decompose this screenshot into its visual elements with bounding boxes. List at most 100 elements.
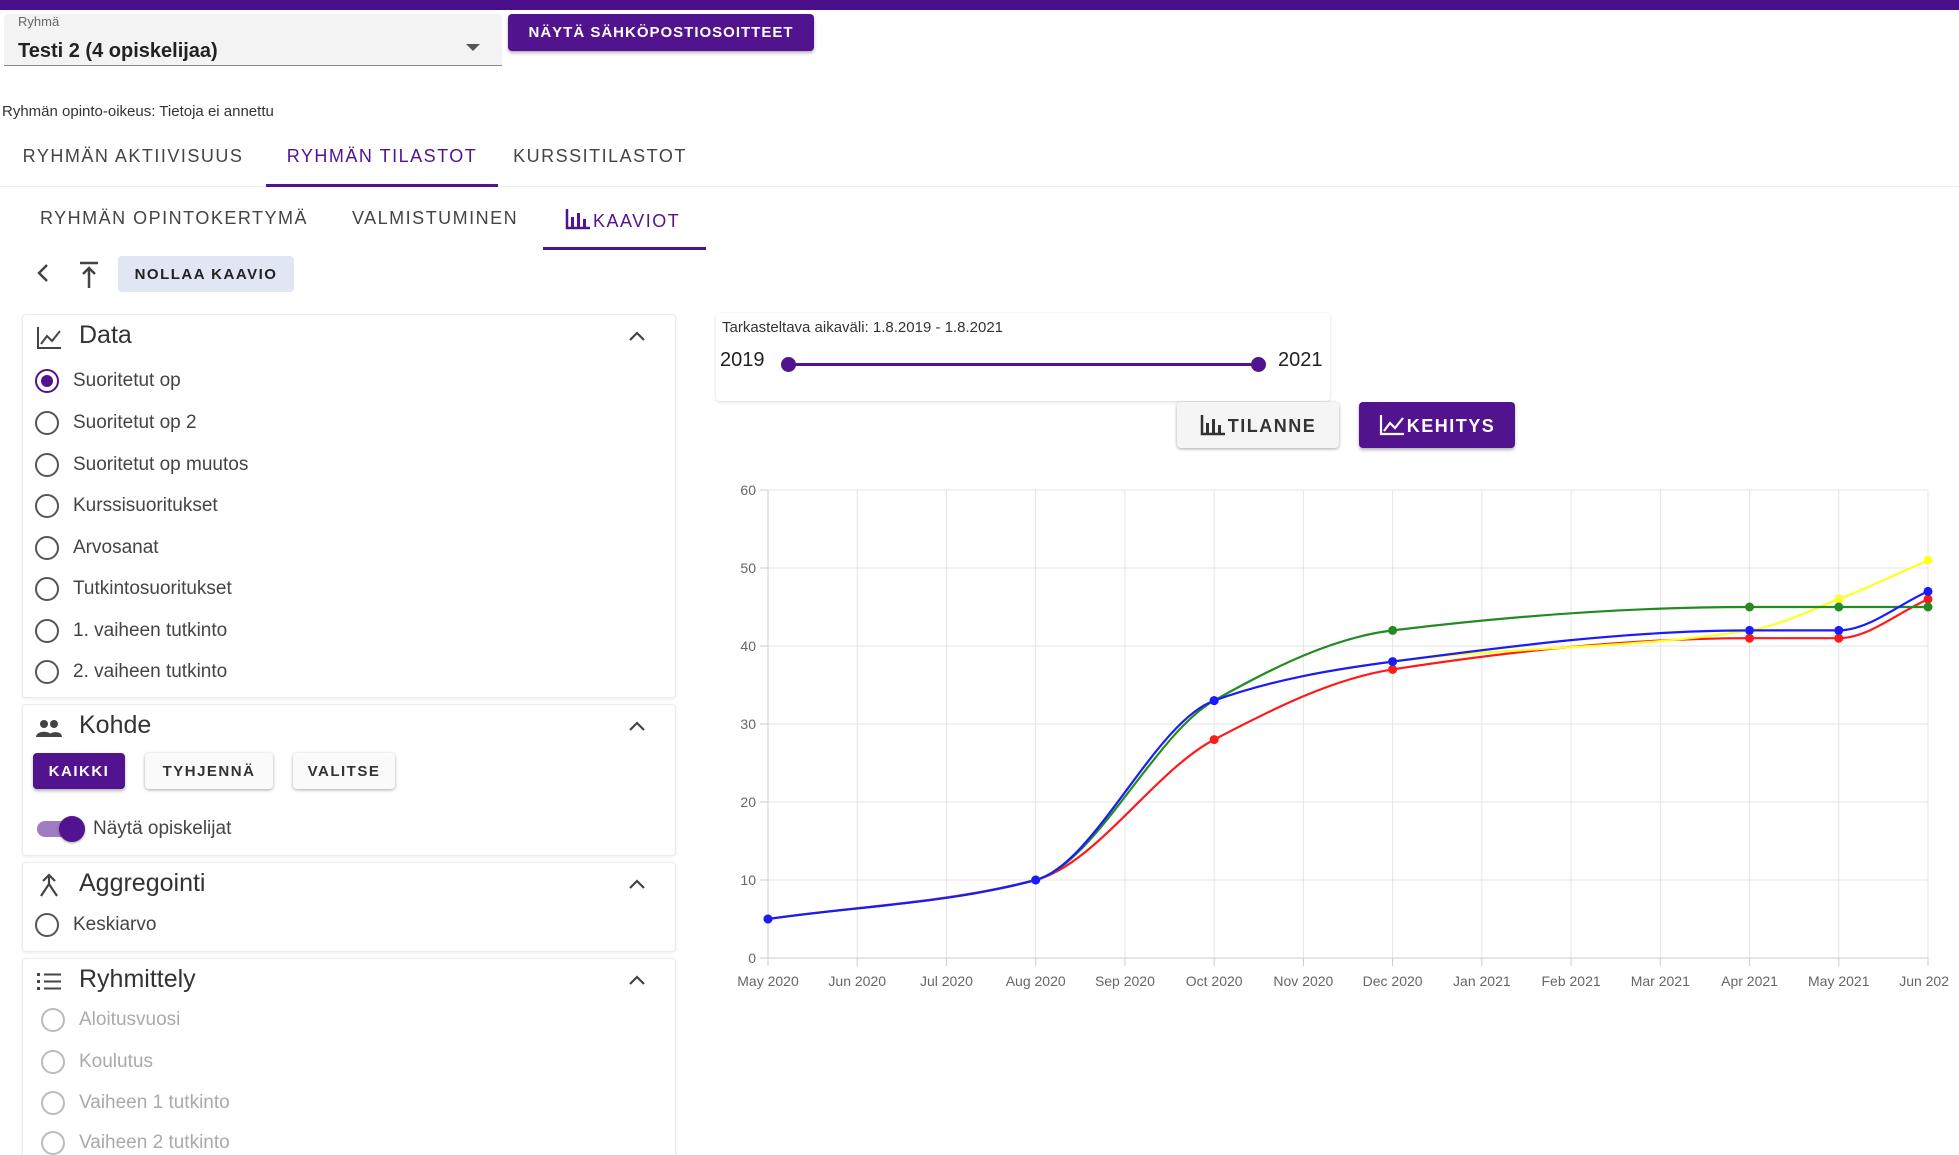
radio-option[interactable]: Vaiheen 1 tutkinto — [41, 1087, 641, 1121]
grouping-section-header[interactable]: Ryhmittely — [23, 959, 675, 1003]
group-select-label: Ryhmä — [18, 14, 60, 29]
status-mode-button[interactable]: TILANNE — [1177, 402, 1339, 448]
radio-label: Suoritetut op 2 — [73, 412, 197, 433]
reset-chart-button[interactable]: NOLLAA KAAVIO — [118, 256, 294, 292]
data-point — [1834, 594, 1844, 604]
x-tick-label: Feb 2021 — [1541, 973, 1600, 989]
radio-option[interactable]: Suoritetut op — [35, 365, 635, 399]
target-buttons: KAIKKI TYHJENNÄ VALITSE — [33, 753, 633, 793]
x-tick-label: Oct 2020 — [1186, 973, 1243, 989]
subtab-charts[interactable]: KAAVIOT — [543, 190, 706, 250]
target-section: Kohde KAIKKI TYHJENNÄ VALITSE Näytä opis… — [22, 704, 676, 856]
choose-button[interactable]: VALITSE — [293, 753, 395, 789]
radio-option[interactable]: 1. vaiheen tutkinto — [35, 615, 635, 649]
data-point — [1745, 633, 1755, 643]
subtab-graduation[interactable]: VALMISTUMINEN — [352, 190, 532, 250]
x-tick-label: Apr 2021 — [1721, 973, 1778, 989]
x-tick-label: Jan 2021 — [1453, 973, 1511, 989]
data-point — [1209, 735, 1219, 745]
merge-icon — [40, 873, 58, 897]
tab-course-statistics[interactable]: KURSSITILASTOT — [500, 124, 700, 187]
y-tick-label: 60 — [740, 482, 756, 498]
radio-icon[interactable] — [35, 577, 59, 601]
group-select[interactable]: Ryhmä Testi 2 (4 opiskelijaa) — [4, 14, 502, 66]
target-section-header[interactable]: Kohde — [23, 705, 675, 749]
radio-option[interactable]: Suoritetut op muutos — [35, 449, 635, 483]
radio-option[interactable]: Aloitusvuosi — [41, 1004, 641, 1038]
y-tick-label: 40 — [740, 638, 756, 654]
data-point — [1209, 696, 1219, 706]
tab-group-activity[interactable]: RYHMÄN AKTIIVISUUS — [0, 124, 266, 187]
radio-icon[interactable] — [35, 913, 59, 937]
radio-icon[interactable] — [41, 1050, 65, 1074]
radio-icon[interactable] — [35, 536, 59, 560]
toggle-thumb — [59, 816, 85, 842]
radio-checked-icon[interactable] — [35, 369, 59, 393]
range-slider-track[interactable] — [788, 363, 1258, 366]
radio-option[interactable]: Vaiheen 2 tutkinto — [41, 1127, 641, 1155]
radio-label: Aloitusvuosi — [79, 1009, 181, 1030]
data-section-title: Data — [79, 321, 132, 349]
x-tick-label: Jul 2020 — [920, 973, 973, 989]
radio-option[interactable]: Suoritetut op 2 — [35, 407, 635, 441]
status-mode-label: TILANNE — [1227, 415, 1317, 436]
radio-label: Suoritetut op — [73, 370, 181, 391]
radio-icon[interactable] — [35, 494, 59, 518]
radio-icon[interactable] — [41, 1091, 65, 1115]
subtab-credit-accumulation[interactable]: RYHMÄN OPINTOKERTYMÄ — [40, 190, 320, 250]
grouping-section-title: Ryhmittely — [79, 965, 196, 993]
line-chart: 0 10 20 30 40 50 60 May 2020 Jun 2020 Jul 2020 Aug… — [737, 482, 1957, 989]
radio-icon[interactable] — [41, 1131, 65, 1155]
back-chevron-icon[interactable] — [30, 258, 56, 288]
radio-icon[interactable] — [35, 619, 59, 643]
chevron-up-icon[interactable] — [627, 877, 647, 891]
select-all-button[interactable]: KAIKKI — [33, 753, 125, 789]
radio-icon[interactable] — [35, 411, 59, 435]
show-students-toggle[interactable] — [37, 814, 85, 844]
chevron-up-icon[interactable] — [627, 719, 647, 733]
bar-chart-icon — [565, 209, 590, 230]
data-point — [1388, 625, 1398, 635]
data-section-header[interactable]: Data — [23, 315, 675, 359]
tab-group-statistics[interactable]: RYHMÄN TILASTOT — [266, 124, 498, 187]
radio-icon[interactable] — [35, 660, 59, 684]
radio-label: Tutkintosuoritukset — [73, 578, 232, 599]
dropdown-arrow-icon[interactable] — [466, 44, 480, 51]
chevron-up-icon[interactable] — [627, 973, 647, 987]
aggregation-section: Aggregointi Keskiarvo — [22, 862, 676, 952]
data-point — [1031, 875, 1041, 885]
x-tick-label: Mar 2021 — [1631, 973, 1690, 989]
group-select-value: Testi 2 (4 opiskelijaa) — [18, 40, 218, 62]
radio-option[interactable]: 2. vaiheen tutkinto — [35, 656, 635, 690]
radio-icon[interactable] — [35, 453, 59, 477]
radio-option[interactable]: Koulutus — [41, 1046, 641, 1080]
range-end-label: 2021 — [1278, 349, 1323, 371]
move-to-top-icon[interactable] — [74, 258, 104, 292]
y-tick-label: 0 — [748, 950, 756, 966]
range-start-handle[interactable] — [781, 357, 796, 372]
data-point — [1923, 594, 1933, 604]
radio-label: Vaiheen 2 tutkinto — [79, 1132, 230, 1153]
x-tick-label: Jun 2021 — [1899, 973, 1950, 989]
y-tick-label: 10 — [740, 872, 756, 888]
radio-option[interactable]: Arvosanat — [35, 532, 635, 566]
data-point — [1745, 625, 1755, 635]
show-emails-button[interactable]: NÄYTÄ SÄHKÖPOSTIOSOITTEET — [508, 14, 814, 51]
chevron-up-icon[interactable] — [627, 329, 647, 343]
radio-option[interactable]: Kurssisuoritukset — [35, 490, 635, 524]
radio-option[interactable]: Tutkintosuoritukset — [35, 573, 635, 607]
range-end-handle[interactable] — [1251, 357, 1266, 372]
radio-label: Kurssisuoritukset — [73, 495, 218, 516]
radio-option[interactable]: Keskiarvo — [35, 909, 635, 943]
trend-mode-button[interactable]: KEHITYS — [1359, 402, 1515, 448]
radio-label: 2. vaiheen tutkinto — [73, 661, 228, 682]
series-line — [767, 605, 1928, 921]
sub-tabs: RYHMÄN OPINTOKERTYMÄ VALMISTUMINEN KAAVI… — [0, 190, 1959, 250]
radio-icon[interactable] — [41, 1008, 65, 1032]
clear-button[interactable]: TYHJENNÄ — [145, 753, 273, 789]
x-tick-label: Jun 2020 — [828, 973, 886, 989]
data-point — [1834, 602, 1844, 612]
aggregation-section-header[interactable]: Aggregointi — [23, 863, 675, 907]
time-range-card: Tarkasteltava aikaväli: 1.8.2019 - 1.8.2… — [716, 313, 1330, 401]
time-range-caption: Tarkasteltava aikaväli: 1.8.2019 - 1.8.2… — [722, 319, 1004, 336]
